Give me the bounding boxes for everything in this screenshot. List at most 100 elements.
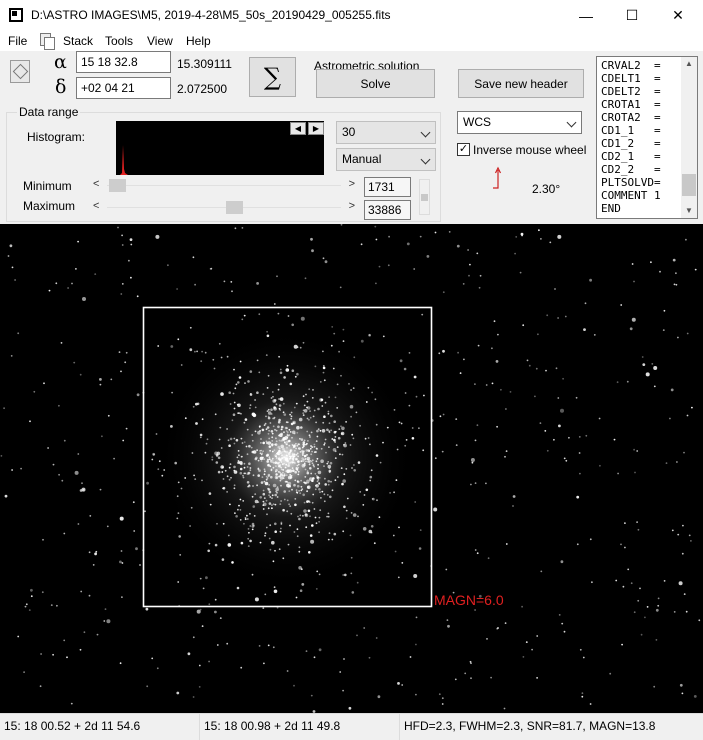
ra-input[interactable]: 15 18 32.8: [76, 51, 171, 73]
star: [359, 424, 361, 427]
sum-button[interactable]: ∑: [249, 57, 296, 97]
maximum-value[interactable]: 33886: [364, 200, 411, 220]
menu-stack[interactable]: Stack: [63, 34, 93, 48]
star: [286, 499, 289, 502]
range-vertical-slider[interactable]: [419, 179, 430, 215]
star: [233, 442, 236, 445]
mode-select[interactable]: Manual: [336, 148, 436, 171]
star: [290, 512, 293, 515]
star: [241, 227, 244, 229]
star: [409, 656, 412, 658]
star: [323, 442, 326, 445]
star: [119, 662, 122, 665]
menu-help[interactable]: Help: [186, 34, 211, 48]
minimum-value[interactable]: 1731: [364, 177, 411, 197]
star: [120, 370, 122, 373]
menu-view[interactable]: View: [147, 34, 173, 48]
star: [248, 444, 251, 448]
star: [77, 453, 80, 455]
fits-header-line: CROTA1 =: [601, 98, 661, 111]
star: [268, 490, 272, 494]
star: [557, 397, 560, 399]
star: [201, 625, 204, 627]
star: [374, 225, 377, 228]
star: [302, 412, 305, 414]
close-button[interactable]: ✕: [655, 0, 701, 31]
slider-left-arrow[interactable]: <: [93, 178, 99, 190]
star: [251, 522, 255, 526]
minimize-button[interactable]: —: [563, 0, 609, 31]
star: [4, 494, 8, 498]
star: [521, 234, 523, 237]
star: [324, 401, 327, 404]
copy-icon[interactable]: [40, 33, 55, 50]
slider-right-arrow[interactable]: >: [349, 178, 355, 190]
slider-left-arrow[interactable]: <: [93, 200, 99, 212]
star: [249, 404, 252, 406]
star: [328, 430, 331, 432]
star: [106, 619, 111, 624]
wcs-select[interactable]: WCS: [457, 111, 582, 134]
scroll-thumb[interactable]: [682, 174, 696, 196]
fits-header-list[interactable]: CRVAL2 = CDELT1 = CDELT2 = CROTA1 = CROTA2 =…: [596, 56, 698, 219]
star: [194, 350, 196, 353]
star: [476, 424, 479, 427]
star: [535, 367, 538, 370]
star: [357, 515, 359, 518]
star: [113, 457, 115, 460]
histogram-right-arrow[interactable]: ▶: [308, 122, 324, 135]
star: [318, 516, 321, 519]
fits-header-scrollbar[interactable]: ▲ ▼: [681, 57, 697, 218]
star: [304, 455, 306, 458]
star: [233, 484, 236, 487]
save-header-button[interactable]: Save new header: [458, 69, 584, 98]
inverse-mouse-wheel-checkbox[interactable]: ✓: [457, 143, 470, 156]
star: [341, 482, 344, 486]
star: [350, 415, 352, 418]
star: [286, 510, 289, 513]
maximum-slider[interactable]: < >: [93, 200, 355, 215]
star: [331, 489, 334, 492]
star: [243, 421, 246, 424]
star: [243, 522, 245, 525]
menu-file[interactable]: File: [8, 34, 27, 48]
image-viewer[interactable]: MAGN=6.0: [0, 224, 703, 713]
star: [393, 491, 395, 494]
star: [228, 478, 231, 481]
navigation-button[interactable]: [10, 60, 30, 83]
maximum-slider-thumb[interactable]: [226, 201, 243, 214]
star: [285, 457, 288, 460]
histogram-left-arrow[interactable]: ◀: [290, 122, 306, 135]
star: [288, 458, 291, 460]
star: [247, 537, 250, 540]
solve-button[interactable]: Solve: [316, 69, 435, 98]
slider-right-arrow[interactable]: >: [349, 200, 355, 212]
menu-tools[interactable]: Tools: [105, 34, 133, 48]
star: [119, 560, 122, 564]
star: [338, 350, 340, 353]
maximize-button[interactable]: ☐: [609, 0, 655, 31]
minimum-slider-thumb[interactable]: [109, 179, 126, 192]
star: [270, 408, 273, 411]
star: [24, 605, 27, 608]
star: [269, 524, 272, 527]
star: [505, 543, 508, 545]
star: [192, 256, 195, 259]
minimum-slider[interactable]: < >: [93, 178, 355, 193]
star: [578, 452, 581, 454]
scroll-up-icon[interactable]: ▲: [681, 57, 697, 71]
star: [342, 530, 345, 533]
alpha-symbol: α: [54, 51, 67, 73]
star: [299, 437, 301, 440]
star: [497, 333, 499, 336]
scroll-down-icon[interactable]: ▼: [681, 204, 697, 218]
star: [124, 361, 127, 364]
bins-select[interactable]: 30: [336, 121, 436, 144]
star: [615, 579, 618, 582]
star: [439, 415, 442, 418]
star: [293, 531, 296, 533]
star: [262, 492, 266, 496]
star: [287, 485, 290, 488]
star: [303, 501, 306, 504]
dec-input[interactable]: +02 04 21: [76, 77, 171, 99]
